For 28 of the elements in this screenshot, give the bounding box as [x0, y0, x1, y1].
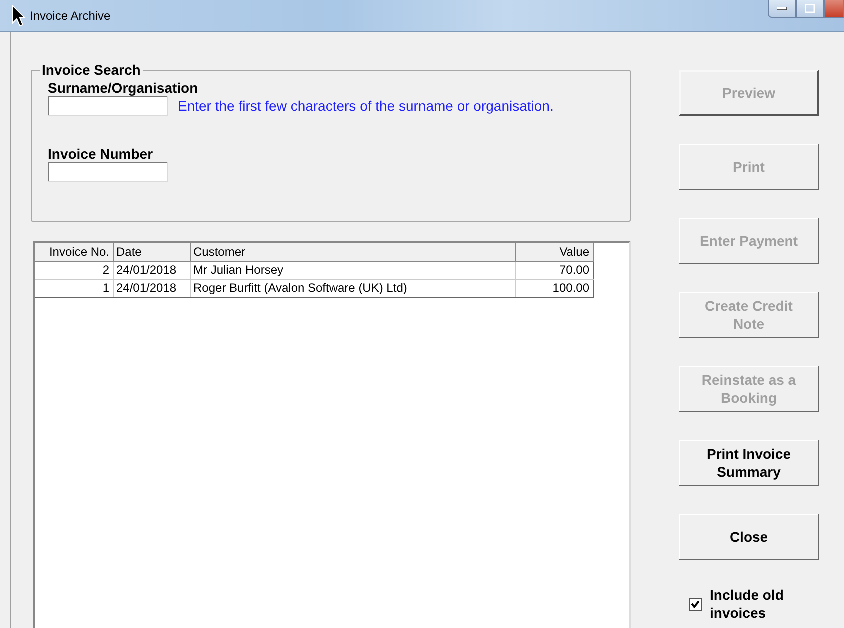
- checkbox-label: Include old invoices: [710, 586, 785, 622]
- table-cell: 1: [35, 279, 113, 297]
- window-title: Invoice Archive: [30, 8, 111, 22]
- minimize-icon: [777, 6, 787, 10]
- group-title: Invoice Search: [41, 62, 142, 78]
- column-header[interactable]: Invoice No.: [35, 243, 113, 261]
- hint-text: Enter the first few characters of the surname or organisation.: [178, 98, 554, 114]
- field-label: Invoice Number: [48, 146, 154, 162]
- table-cell: Mr Julian Horsey: [190, 261, 515, 279]
- table-cell: 100.00: [515, 279, 593, 297]
- minimize-button[interactable]: [768, 0, 796, 18]
- action-button[interactable]: Close: [679, 514, 819, 560]
- input-field[interactable]: [48, 96, 168, 116]
- table-cell: 24/01/2018: [113, 279, 190, 297]
- table-cell: 2: [35, 261, 113, 279]
- column-header[interactable]: Customer: [190, 243, 515, 261]
- action-button[interactable]: Print Invoice Summary: [679, 440, 819, 486]
- field-label: Surname/Organisation: [48, 80, 200, 96]
- column-header[interactable]: Value: [515, 243, 593, 261]
- column-header[interactable]: Date: [113, 243, 190, 261]
- cursor-icon: [12, 4, 26, 26]
- maximize-icon: [805, 4, 815, 13]
- table-cell: 70.00: [515, 261, 593, 279]
- checkbox[interactable]: [689, 598, 702, 610]
- table-cell: 24/01/2018: [113, 261, 190, 279]
- input-field[interactable]: [48, 162, 168, 182]
- table-cell: Roger Burfitt (Avalon Software (UK) Ltd): [190, 279, 515, 297]
- maximize-button[interactable]: [796, 0, 824, 18]
